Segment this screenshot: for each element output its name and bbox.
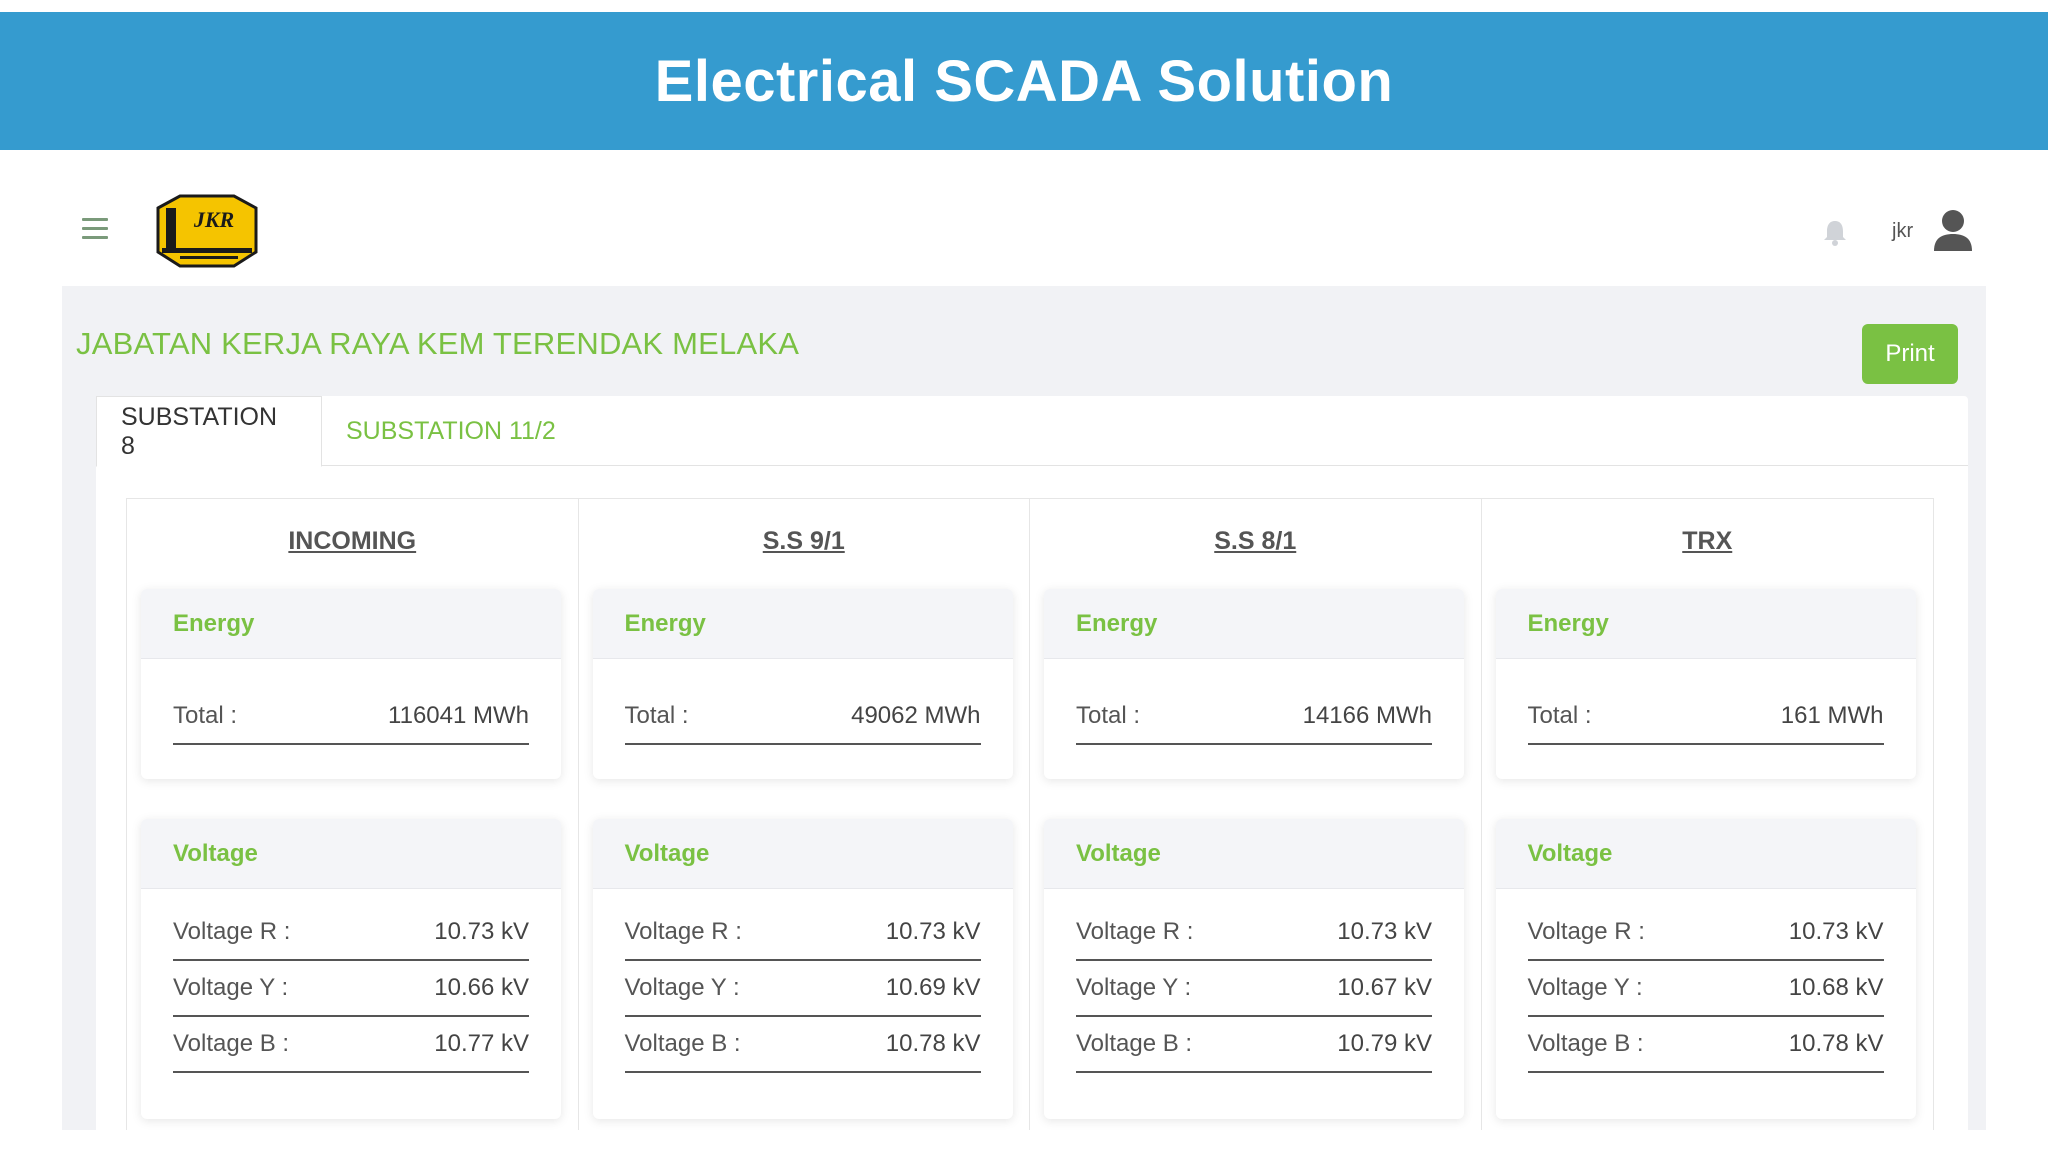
voltage-r-value: 10.73 kV: [1337, 918, 1432, 945]
tab-substation-8[interactable]: SUBSTATION 8: [96, 396, 322, 467]
voltage-r-label: Voltage R :: [1527, 918, 1645, 945]
voltage-card: Voltage Voltage R : 10.73 kV Voltage Y :…: [141, 819, 561, 1119]
voltage-r-label: Voltage R :: [173, 918, 291, 945]
feeder-column-incoming: INCOMING Energy Total : 116041 MWh Volta…: [127, 499, 579, 1130]
tab-bar: SUBSTATION 8 SUBSTATION 11/2: [96, 396, 1968, 467]
energy-card-heading: Energy: [592, 589, 1013, 659]
jkr-logo[interactable]: JKR: [150, 194, 264, 268]
voltage-y-label: Voltage Y :: [1076, 974, 1192, 1001]
user-avatar-icon[interactable]: [1932, 208, 1974, 252]
voltage-r-value: 10.73 kV: [885, 918, 981, 945]
feeder-column-ss-8-1: S.S 8/1 Energy Total : 14166 MWh Voltage…: [1030, 499, 1482, 1130]
substation-tabs-panel: SUBSTATION 8 SUBSTATION 11/2 INCOMING En…: [96, 396, 1968, 1130]
feeder-title[interactable]: S.S 9/1: [579, 527, 1030, 556]
voltage-b-label: Voltage B :: [173, 1030, 290, 1057]
page-title: JABATAN KERJA RAYA KEM TERENDAK MELAKA: [76, 326, 800, 361]
energy-total-row: Total : 161 MWh: [1527, 689, 1884, 745]
bell-icon[interactable]: [1822, 218, 1848, 246]
voltage-card-heading: Voltage: [141, 819, 561, 889]
voltage-b-value: 10.78 kV: [885, 1030, 981, 1057]
banner-title: Electrical SCADA Solution: [654, 48, 1394, 114]
voltage-b-row: Voltage B : 10.78 kV: [1527, 1017, 1884, 1073]
energy-total-label: Total :: [624, 702, 689, 729]
energy-card-heading: Energy: [1495, 589, 1916, 659]
voltage-card: Voltage Voltage R : 10.73 kV Voltage Y :…: [592, 819, 1013, 1119]
energy-total-label: Total :: [173, 702, 238, 729]
voltage-b-value: 10.79 kV: [1337, 1030, 1432, 1057]
top-navbar: JKR jkr: [62, 180, 1986, 284]
voltage-b-label: Voltage B :: [1076, 1030, 1193, 1057]
energy-total-value: 49062 MWh: [851, 702, 981, 729]
energy-total-value: 14166 MWh: [1302, 702, 1432, 729]
voltage-r-row: Voltage R : 10.73 kV: [1527, 905, 1884, 961]
main-content: JABATAN KERJA RAYA KEM TERENDAK MELAKA P…: [62, 286, 1986, 1130]
feeder-column-trx: TRX Energy Total : 161 MWh Voltage Volta…: [1482, 499, 1934, 1130]
voltage-card-heading: Voltage: [592, 819, 1013, 889]
feeder-grid: INCOMING Energy Total : 116041 MWh Volta…: [126, 498, 1934, 1130]
voltage-y-row: Voltage Y : 10.66 kV: [173, 961, 529, 1017]
voltage-b-label: Voltage B :: [624, 1030, 741, 1057]
energy-total-row: Total : 14166 MWh: [1076, 689, 1432, 745]
menu-icon[interactable]: [82, 218, 108, 240]
logo-text: JKR: [193, 207, 234, 232]
voltage-card: Voltage Voltage R : 10.73 kV Voltage Y :…: [1044, 819, 1464, 1119]
energy-card: Energy Total : 14166 MWh: [1044, 589, 1464, 779]
voltage-b-row: Voltage B : 10.78 kV: [624, 1017, 981, 1073]
energy-card: Energy Total : 161 MWh: [1495, 589, 1916, 779]
voltage-r-row: Voltage R : 10.73 kV: [173, 905, 529, 961]
voltage-r-label: Voltage R :: [624, 918, 742, 945]
feeder-column-ss-9-1: S.S 9/1 Energy Total : 49062 MWh Voltage…: [579, 499, 1030, 1130]
banner: Electrical SCADA Solution: [0, 12, 2048, 150]
voltage-r-value: 10.73 kV: [1788, 918, 1884, 945]
energy-total-row: Total : 49062 MWh: [624, 689, 981, 745]
voltage-y-value: 10.67 kV: [1337, 974, 1432, 1001]
voltage-b-value: 10.78 kV: [1788, 1030, 1884, 1057]
voltage-b-row: Voltage B : 10.79 kV: [1076, 1017, 1432, 1073]
energy-card-heading: Energy: [141, 589, 561, 659]
feeder-title[interactable]: INCOMING: [127, 527, 578, 556]
voltage-b-row: Voltage B : 10.77 kV: [173, 1017, 529, 1073]
voltage-r-row: Voltage R : 10.73 kV: [624, 905, 981, 961]
voltage-r-row: Voltage R : 10.73 kV: [1076, 905, 1432, 961]
voltage-r-value: 10.73 kV: [434, 918, 529, 945]
voltage-y-value: 10.69 kV: [885, 974, 981, 1001]
energy-card-heading: Energy: [1044, 589, 1464, 659]
feeder-title[interactable]: S.S 8/1: [1030, 527, 1481, 556]
energy-card: Energy Total : 116041 MWh: [141, 589, 561, 779]
voltage-y-row: Voltage Y : 10.68 kV: [1527, 961, 1884, 1017]
voltage-y-value: 10.66 kV: [434, 974, 529, 1001]
voltage-y-row: Voltage Y : 10.69 kV: [624, 961, 981, 1017]
voltage-r-label: Voltage R :: [1076, 918, 1194, 945]
voltage-b-label: Voltage B :: [1527, 1030, 1644, 1057]
voltage-y-label: Voltage Y :: [173, 974, 289, 1001]
energy-total-label: Total :: [1076, 702, 1141, 729]
energy-total-value: 161 MWh: [1780, 702, 1884, 729]
energy-total-row: Total : 116041 MWh: [173, 689, 529, 745]
print-button[interactable]: Print: [1862, 324, 1958, 384]
energy-total-value: 116041 MWh: [388, 702, 529, 729]
voltage-y-label: Voltage Y :: [624, 974, 740, 1001]
feeder-title[interactable]: TRX: [1482, 527, 1934, 556]
voltage-b-value: 10.77 kV: [434, 1030, 529, 1057]
voltage-y-label: Voltage Y :: [1527, 974, 1643, 1001]
voltage-y-value: 10.68 kV: [1788, 974, 1884, 1001]
user-name[interactable]: jkr: [1892, 220, 1913, 243]
voltage-card-heading: Voltage: [1495, 819, 1916, 889]
energy-total-label: Total :: [1527, 702, 1592, 729]
tab-substation-11-2[interactable]: SUBSTATION 11/2: [322, 396, 580, 467]
energy-card: Energy Total : 49062 MWh: [592, 589, 1013, 779]
voltage-y-row: Voltage Y : 10.67 kV: [1076, 961, 1432, 1017]
voltage-card-heading: Voltage: [1044, 819, 1464, 889]
voltage-card: Voltage Voltage R : 10.73 kV Voltage Y :…: [1495, 819, 1916, 1119]
